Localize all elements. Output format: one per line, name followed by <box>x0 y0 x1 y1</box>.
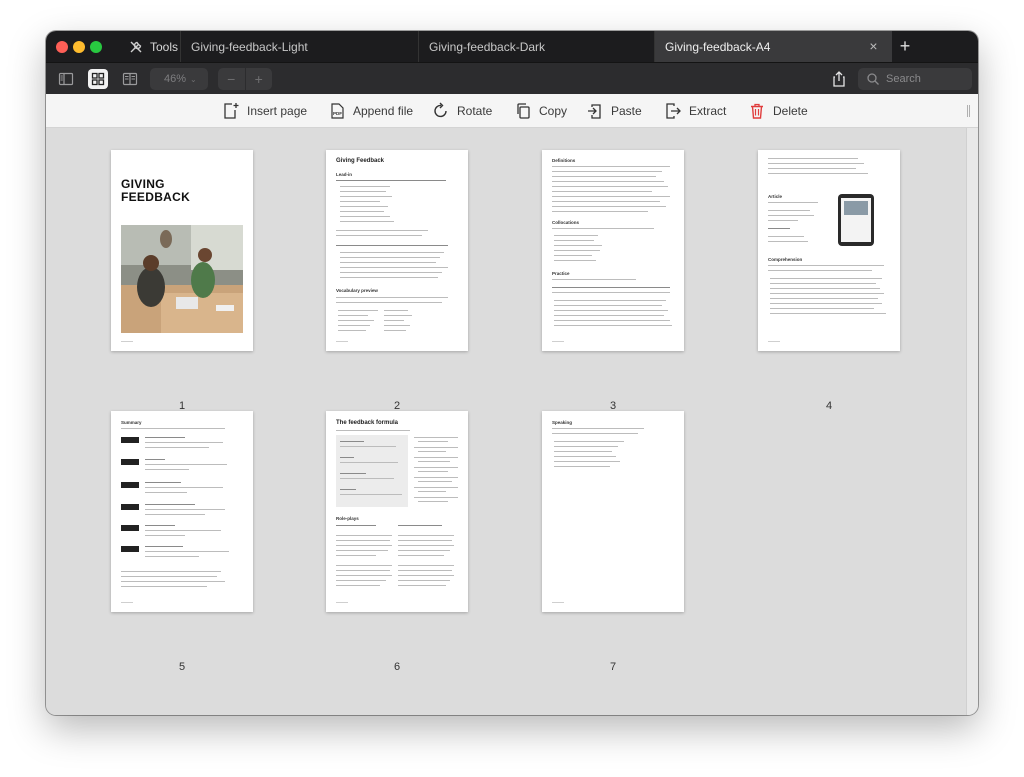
extract-icon <box>666 103 681 119</box>
section-heading: Vocabulary preview <box>336 288 378 293</box>
page-thumbnail-2[interactable]: Giving Feedback Lead-in Vocabulary previ… <box>326 150 468 351</box>
sidebar-icon <box>58 72 74 86</box>
minimize-window-button[interactable] <box>73 41 85 53</box>
app-window: Tools Giving-feedback-Light Giving-feedb… <box>46 31 978 715</box>
zoom-out-button[interactable]: − <box>218 68 246 90</box>
svg-text:PDF: PDF <box>333 111 342 116</box>
cover-photo <box>121 225 243 333</box>
main-toolbar: 46% ⌄ − + Search <box>46 62 978 94</box>
delete-button[interactable]: Delete <box>748 94 808 128</box>
extract-label: Extract <box>689 104 727 118</box>
page-thumbnail-1[interactable]: GIVING FEEDBACK <box>111 150 253 351</box>
zoom-window-button[interactable] <box>90 41 102 53</box>
insert-page-label: Insert page <box>247 104 308 118</box>
copy-icon <box>517 103 530 119</box>
grid-view-icon <box>91 72 105 86</box>
new-tab-button[interactable]: + <box>895 31 915 62</box>
section-heading: Practice <box>552 271 570 276</box>
grid-view-button[interactable] <box>88 69 108 89</box>
insert-page-icon <box>224 103 239 119</box>
section-heading: Role-plays <box>336 516 359 521</box>
extract-button[interactable]: Extract <box>664 94 726 128</box>
delete-label: Delete <box>773 104 808 118</box>
tab-label: Giving-feedback-Light <box>191 39 308 54</box>
tab-giving-feedback-light[interactable]: Giving-feedback-Light <box>180 31 418 62</box>
tab-bar: Tools Giving-feedback-Light Giving-feedb… <box>46 31 978 62</box>
page-thumbnail-7[interactable]: Speaking <box>542 411 684 612</box>
sidebar-toggle-button[interactable] <box>56 69 76 89</box>
page-view-icon <box>122 72 138 86</box>
page-thumbnail-3[interactable]: Definitions Collocations Practice <box>542 150 684 351</box>
chevron-down-icon: ⌄ <box>190 74 197 84</box>
cover-title: GIVING FEEDBACK <box>121 177 191 204</box>
section-heading: Definitions <box>552 158 576 163</box>
copy-button[interactable]: Copy <box>514 94 567 128</box>
rotate-icon <box>434 102 447 118</box>
share-icon[interactable] <box>830 70 848 88</box>
tab-label: Giving-feedback-Dark <box>429 39 546 54</box>
tools-button[interactable]: Tools <box>128 31 178 62</box>
tablet-illustration <box>838 194 874 246</box>
paste-label: Paste <box>611 104 642 118</box>
trash-icon <box>751 103 763 119</box>
page-thumbnail-6[interactable]: The feedback formula Role-plays <box>326 411 468 612</box>
page-number: 6 <box>393 661 401 673</box>
append-file-button[interactable]: PDF Append file <box>328 94 413 128</box>
page-actions-bar: Insert page PDF Append file Rotate Copy <box>46 94 978 128</box>
tab-giving-feedback-dark[interactable]: Giving-feedback-Dark <box>418 31 654 62</box>
tools-label: Tools <box>150 39 179 54</box>
toolbar-grip[interactable] <box>967 105 970 117</box>
section-heading: Comprehension <box>768 257 803 262</box>
page-title: The feedback formula <box>336 420 399 426</box>
close-tab-icon[interactable]: × <box>867 39 880 53</box>
page-view-button[interactable] <box>120 69 140 89</box>
insert-page-button[interactable]: Insert page <box>222 94 307 128</box>
page-thumbnail-grid: GIVING FEEDBACK 1 Giving Feedback Lead-i… <box>46 128 966 715</box>
page-title: Giving Feedback <box>336 158 385 164</box>
search-field[interactable]: Search <box>858 68 972 90</box>
section-heading: Collocations <box>552 220 580 225</box>
page-number: 4 <box>825 400 833 412</box>
zoom-dropdown[interactable]: 46% ⌄ <box>150 68 208 90</box>
paste-icon <box>588 104 601 119</box>
section-heading: Speaking <box>552 420 573 425</box>
close-window-button[interactable] <box>56 41 68 53</box>
page-thumbnail-4[interactable]: Article Comprehension <box>758 150 900 351</box>
section-heading: Summary <box>121 420 142 425</box>
zoom-in-button[interactable]: + <box>246 68 273 90</box>
search-icon <box>867 73 879 85</box>
page-number: 7 <box>609 661 617 673</box>
section-heading: Article <box>768 194 783 199</box>
zoom-stepper: − + <box>218 68 272 90</box>
page-number: 5 <box>178 661 186 673</box>
page-thumbnail-5[interactable]: Summary <box>111 411 253 612</box>
copy-label: Copy <box>539 104 568 118</box>
zoom-value: 46% <box>164 73 187 85</box>
tab-label: Giving-feedback-A4 <box>665 39 771 54</box>
tools-icon <box>130 41 142 52</box>
search-placeholder: Search <box>886 73 921 85</box>
rotate-button[interactable]: Rotate <box>432 94 492 128</box>
vertical-scrollbar[interactable] <box>966 128 978 715</box>
append-file-label: Append file <box>353 104 414 118</box>
paste-button[interactable]: Paste <box>586 94 642 128</box>
append-pdf-icon: PDF <box>331 103 344 119</box>
rotate-label: Rotate <box>457 104 493 118</box>
tab-giving-feedback-a4[interactable]: Giving-feedback-A4 × <box>654 31 892 62</box>
section-heading: Lead-in <box>336 172 353 177</box>
